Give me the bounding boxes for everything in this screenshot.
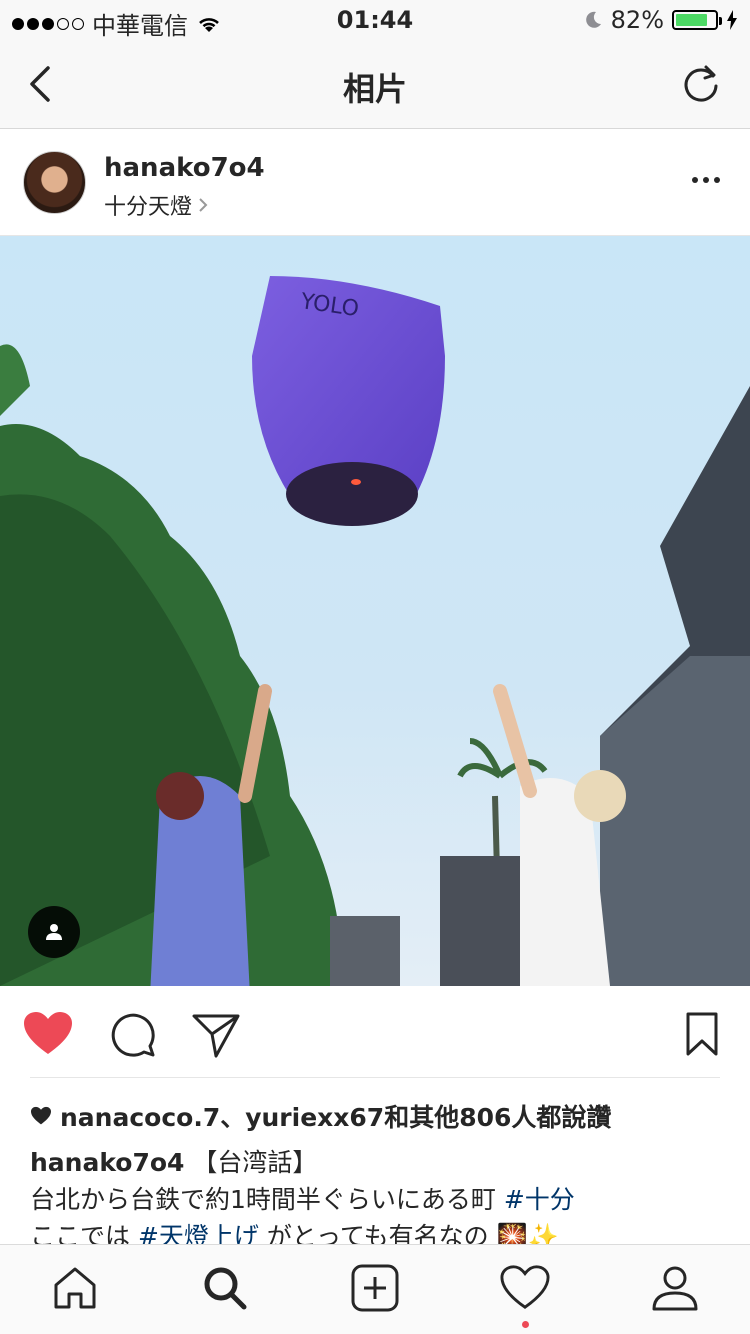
profile-icon [652, 1266, 698, 1311]
refresh-button[interactable] [682, 62, 722, 106]
bookmark-icon [686, 1012, 718, 1056]
tab-search[interactable] [200, 1263, 250, 1313]
home-icon [54, 1267, 96, 1309]
tab-activity[interactable] [500, 1263, 550, 1313]
tab-home[interactable] [50, 1263, 100, 1313]
user-tag-icon [46, 924, 62, 940]
caption-text-1: 【台湾話】 [192, 1148, 318, 1177]
likes-text: nanacoco.7、yuriexx67和其他806人都說讚 [60, 1103, 612, 1132]
bottom-tab-bar [0, 1244, 750, 1334]
status-right: 82% [583, 6, 738, 34]
post-username[interactable]: hanako7o4 [104, 153, 265, 183]
post-location[interactable]: 十分天燈 [104, 189, 208, 221]
avatar[interactable] [23, 151, 86, 214]
comment-button[interactable] [106, 1010, 158, 1058]
caption-line-2: 台北から台鉄で約1時間半ぐらいにある町 #十分 [30, 1181, 720, 1218]
activity-icon [500, 1265, 550, 1309]
likes-summary[interactable]: nanacoco.7、yuriexx67和其他806人都說讚 [30, 1098, 611, 1134]
chevron-right-icon [199, 198, 208, 212]
activity-notification-dot [522, 1321, 529, 1328]
share-button[interactable] [190, 1010, 242, 1058]
post-actions [0, 986, 750, 1078]
post-photo[interactable]: YOLO [0, 236, 750, 986]
divider [30, 1077, 720, 1078]
charging-bolt-icon [727, 10, 737, 30]
caption-username[interactable]: hanako7o4 [30, 1148, 184, 1177]
tab-profile[interactable] [650, 1263, 700, 1313]
caption-line-1: hanako7o4 【台湾話】 [30, 1144, 720, 1181]
battery-percent: 82% [610, 6, 664, 34]
more-horizontal-icon [692, 177, 698, 183]
comment-icon [111, 1013, 155, 1057]
save-button[interactable] [676, 1010, 728, 1058]
do-not-disturb-moon-icon [585, 11, 601, 28]
hashtag-link[interactable]: #十分 [504, 1185, 575, 1214]
heart-small-icon [31, 1106, 51, 1125]
post-caption: hanako7o4 【台湾話】 台北から台鉄で約1時間半ぐらいにある町 #十分 … [30, 1144, 720, 1255]
sky-lantern-photo: YOLO [0, 236, 750, 986]
more-options-button[interactable] [692, 173, 720, 187]
battery-icon [672, 10, 722, 30]
new-post-icon [351, 1264, 399, 1312]
tab-new-post[interactable] [350, 1263, 400, 1313]
heart-filled-icon [24, 1012, 72, 1054]
refresh-icon [684, 65, 718, 102]
caption-text-2: 台北から台鉄で約1時間半ぐらいにある町 [30, 1185, 504, 1214]
page-title: 相片 [342, 70, 407, 108]
post-header: hanako7o4 十分天燈 [0, 129, 750, 236]
location-label: 十分天燈 [104, 195, 193, 220]
direct-share-icon [192, 1014, 240, 1058]
tagged-users-button[interactable] [28, 906, 80, 958]
like-button[interactable] [22, 1010, 74, 1058]
search-icon [204, 1267, 247, 1310]
status-bar: 中華電信 01:44 82% [0, 0, 750, 40]
navigation-bar: 相片 [0, 40, 750, 129]
